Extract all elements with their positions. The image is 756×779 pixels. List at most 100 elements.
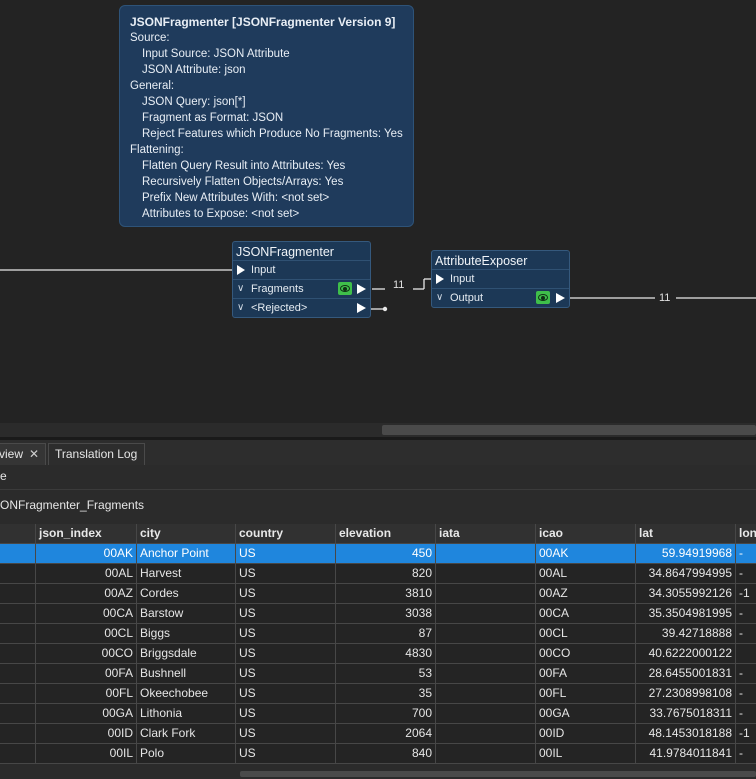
cell-row-header[interactable] — [0, 644, 36, 664]
cell-json-index[interactable]: 00FA — [36, 664, 137, 684]
chevron-down-icon[interactable]: ∨ — [237, 299, 244, 317]
column-header-row-header[interactable] — [0, 524, 36, 544]
cell-icao[interactable]: 00CA — [536, 604, 636, 624]
cell-elevation[interactable]: 87 — [336, 624, 436, 644]
cell-lon[interactable]: - — [736, 604, 756, 624]
cell-lon[interactable]: - — [736, 704, 756, 724]
cell-iata[interactable] — [436, 624, 536, 644]
cell-lat[interactable]: 33.7675018311 — [636, 704, 736, 724]
table-row[interactable]: 00FL Okeechobee US 35 00FL 27.2308998108- — [0, 684, 756, 704]
column-header-lat[interactable]: lat — [636, 524, 736, 544]
cell-row-header[interactable] — [0, 544, 36, 564]
transformer-annotation[interactable]: JSONFragmenter [JSONFragmenter Version 9… — [119, 5, 414, 227]
column-header-country[interactable]: country — [236, 524, 336, 544]
cell-icao[interactable]: 00AZ — [536, 584, 636, 604]
cell-country[interactable]: US — [236, 684, 336, 704]
cell-country[interactable]: US — [236, 644, 336, 664]
cell-country[interactable]: US — [236, 564, 336, 584]
cell-iata[interactable] — [436, 744, 536, 764]
table-row[interactable]: 00CO Briggsdale US 4830 00CO 40.6222000122 — [0, 644, 756, 664]
table-row[interactable]: 00FA Bushnell US 53 00FA 28.6455001831- — [0, 664, 756, 684]
cell-lat[interactable]: 28.6455001831 — [636, 664, 736, 684]
column-header-iata[interactable]: iata — [436, 524, 536, 544]
cell-row-header[interactable] — [0, 684, 36, 704]
cell-json-index[interactable]: 00GA — [36, 704, 137, 724]
cell-json-index[interactable]: 00ID — [36, 724, 137, 744]
cell-country[interactable]: US — [236, 584, 336, 604]
cell-city[interactable]: Bushnell — [137, 664, 236, 684]
cell-icao[interactable]: 00FA — [536, 664, 636, 684]
cell-json-index[interactable]: 00IL — [36, 744, 137, 764]
cell-city[interactable]: Anchor Point — [137, 544, 236, 564]
column-header-json-index[interactable]: json_index — [36, 524, 137, 544]
cell-iata[interactable] — [436, 684, 536, 704]
workspace-canvas[interactable]: JSONFragmenter [JSONFragmenter Version 9… — [0, 0, 756, 437]
cell-lat[interactable]: 40.6222000122 — [636, 644, 736, 664]
cell-elevation[interactable]: 820 — [336, 564, 436, 584]
tab-visual-preview[interactable]: view ✕ — [0, 443, 46, 465]
cell-row-header[interactable] — [0, 744, 36, 764]
cell-iata[interactable] — [436, 724, 536, 744]
cell-lon[interactable]: - — [736, 744, 756, 764]
fragmenter-fragments-port[interactable]: ∨ Fragments — [233, 279, 370, 298]
table-horizontal-scrollbar[interactable] — [0, 769, 756, 779]
cell-country[interactable]: US — [236, 604, 336, 624]
cell-lon[interactable]: - — [736, 564, 756, 584]
cell-lon[interactable]: -1 — [736, 724, 756, 744]
chevron-down-icon[interactable]: ∨ — [436, 289, 443, 307]
table-row[interactable]: 00CL Biggs US 87 00CL 39.42718888- — [0, 624, 756, 644]
cell-country[interactable]: US — [236, 724, 336, 744]
cell-json-index[interactable]: 00CA — [36, 604, 137, 624]
cell-row-header[interactable] — [0, 584, 36, 604]
cell-row-header[interactable] — [0, 724, 36, 744]
cell-lat[interactable]: 39.42718888 — [636, 624, 736, 644]
cell-elevation[interactable]: 450 — [336, 544, 436, 564]
cell-row-header[interactable] — [0, 624, 36, 644]
cell-row-header[interactable] — [0, 704, 36, 724]
cell-lat[interactable]: 34.3055992126 — [636, 584, 736, 604]
table-row[interactable]: 00ID Clark Fork US 2064 00ID 48.1453018188 -1 — [0, 724, 756, 744]
cell-elevation[interactable]: 700 — [336, 704, 436, 724]
cell-city[interactable]: Barstow — [137, 604, 236, 624]
scrollbar-thumb[interactable] — [382, 425, 756, 435]
column-header-lon[interactable]: lon — [736, 524, 756, 544]
cell-iata[interactable] — [436, 644, 536, 664]
cell-country[interactable]: US — [236, 744, 336, 764]
cell-country[interactable]: US — [236, 664, 336, 684]
cell-icao[interactable]: 00AL — [536, 564, 636, 584]
canvas-horizontal-scrollbar[interactable] — [0, 423, 756, 437]
cell-lon[interactable]: - — [736, 664, 756, 684]
cell-lon[interactable]: - — [736, 544, 756, 564]
cell-city[interactable]: Briggsdale — [137, 644, 236, 664]
cell-lon[interactable]: - — [736, 684, 756, 704]
table-row[interactable]: 00IL Polo US 840 00IL 41.9784011841- — [0, 744, 756, 764]
cell-json-index[interactable]: 00AK — [36, 544, 137, 564]
cell-lat[interactable]: 59.94919968 — [636, 544, 736, 564]
table-row[interactable]: 00GA Lithonia US 700 00GA 33.7675018311- — [0, 704, 756, 724]
cell-row-header[interactable] — [0, 604, 36, 624]
fragmenter-input-port[interactable]: Input — [233, 260, 370, 279]
cell-city[interactable]: Okeechobee — [137, 684, 236, 704]
cell-country[interactable]: US — [236, 624, 336, 644]
cell-elevation[interactable]: 3038 — [336, 604, 436, 624]
cell-elevation[interactable]: 2064 — [336, 724, 436, 744]
cell-json-index[interactable]: 00FL — [36, 684, 137, 704]
table-row[interactable]: 00AK Anchor Point US 450 00AK 59.94919968- — [0, 544, 756, 564]
cell-row-header[interactable] — [0, 664, 36, 684]
tab-translation-log[interactable]: Translation Log — [48, 443, 145, 465]
cell-country[interactable]: US — [236, 704, 336, 724]
cell-elevation[interactable]: 3810 — [336, 584, 436, 604]
column-header-elevation[interactable]: elevation — [336, 524, 436, 544]
output-arrow-icon[interactable] — [556, 293, 565, 303]
eye-icon[interactable] — [536, 291, 550, 304]
cell-iata[interactable] — [436, 544, 536, 564]
cell-icao[interactable]: 00AK — [536, 544, 636, 564]
cell-icao[interactable]: 00FL — [536, 684, 636, 704]
cell-iata[interactable] — [436, 664, 536, 684]
scrollbar-thumb[interactable] — [240, 771, 756, 777]
exposer-input-port[interactable]: Input — [432, 269, 569, 288]
cell-iata[interactable] — [436, 604, 536, 624]
cell-lon[interactable] — [736, 644, 756, 664]
cell-lat[interactable]: 27.2308998108 — [636, 684, 736, 704]
cell-lat[interactable]: 41.9784011841 — [636, 744, 736, 764]
